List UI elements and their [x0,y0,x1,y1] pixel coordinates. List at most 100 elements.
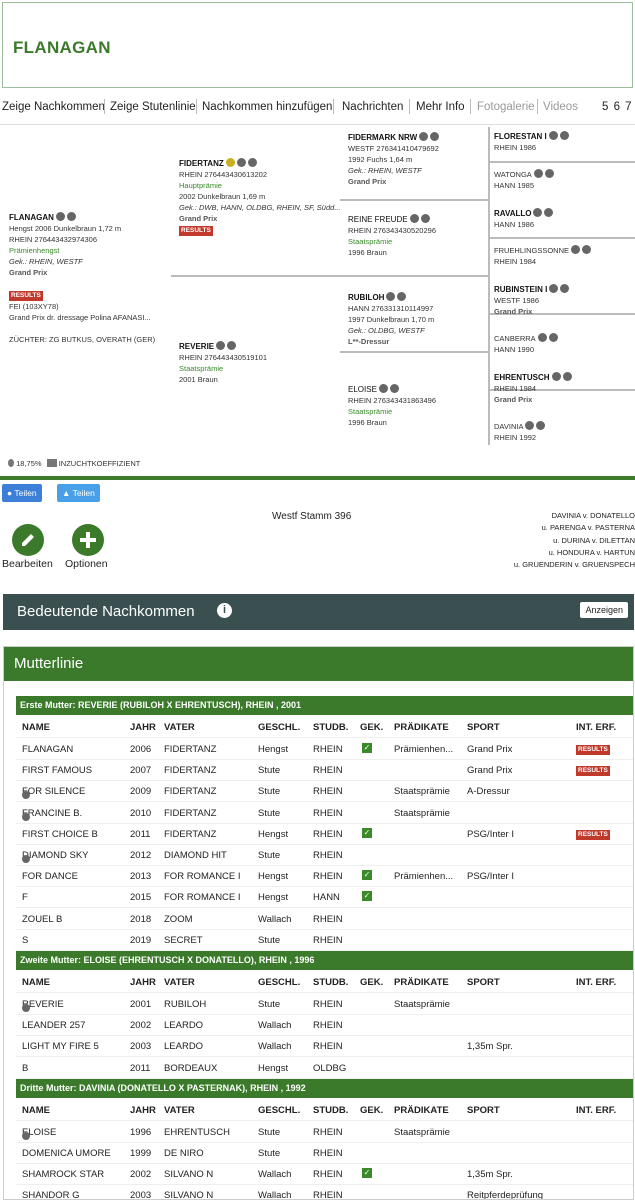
nav-mehr-info[interactable]: Mehr Info [416,101,465,113]
table-row[interactable]: FOR DANCE 2013 FOR ROMANCE I Hengst RHEIN ✓ Pr… [16,866,633,888]
edit-icon[interactable] [559,131,569,140]
table-row[interactable]: ZOUEL B 2018 ZOOM Wallach RHEIN [16,909,633,930]
horse-name[interactable]: REINE FREUDE [348,215,408,224]
column-header[interactable]: INT. ERF. [576,1105,616,1116]
twitter-share-button[interactable]: ▲ Teilen [57,484,100,502]
horse-name[interactable]: LEANDER 257 [22,1020,85,1031]
column-header[interactable]: GESCHL. [258,977,300,988]
sire-cell[interactable]: FIDERTANZ [164,744,216,755]
column-header[interactable]: INT. ERF. [576,722,616,733]
edit-button[interactable] [12,524,44,556]
column-header[interactable]: NAME [22,722,50,733]
table-row[interactable]: FOR SILENCE 2009 FIDERTANZ Stute RHEIN Staats… [16,781,633,803]
column-header[interactable]: PRÄDIKATE [394,1105,449,1116]
column-header[interactable]: JAHR [130,1105,156,1116]
mare-line-item[interactable]: u. GRUENDERIN v. GRUENSPECH [514,559,635,571]
horse-name[interactable]: FOR SILENCE [22,786,85,800]
horse-name[interactable]: CANBERRA [494,334,536,343]
horse-name[interactable]: LIGHT MY FIRE 5 [22,1041,99,1052]
sire-cell[interactable]: EHRENTUSCH [164,1127,230,1138]
horse-name[interactable]: FIDERTANZ [179,159,224,168]
edit-icon[interactable] [582,245,592,254]
nav-pagination[interactable]: 5 6 7 8 [602,101,635,113]
sire-cell[interactable]: FOR ROMANCE I [164,892,241,903]
edit-icon[interactable] [544,208,554,217]
nav-nachkommen-hinzufuegen[interactable]: Nachkommen hinzufügen [202,101,332,113]
column-header[interactable]: STUDB. [313,977,348,988]
sire-cell[interactable]: SILVANO N [164,1169,213,1180]
horse-name[interactable]: FLANAGAN [22,744,73,755]
column-header[interactable]: NAME [22,977,50,988]
horse-name[interactable]: RUBILOH [348,293,384,302]
table-row[interactable]: FIRST FAMOUS 2007 FIDERTANZ Stute RHEIN Grand… [16,760,633,782]
column-header[interactable]: GEK. [360,722,383,733]
edit-icon[interactable] [420,214,430,223]
sire-cell[interactable]: FIDERTANZ [164,765,216,776]
edit-icon[interactable] [544,169,554,178]
column-header[interactable]: VATER [164,722,195,733]
nav-zeige-stutenlinie[interactable]: Zeige Stutenlinie [110,101,196,113]
table-row[interactable]: B 2011 BORDEAUX Hengst OLDBG [16,1058,633,1079]
table-row[interactable]: S 2019 SECRET Stute RHEIN [16,930,633,951]
horse-name[interactable]: FOR DANCE [22,871,78,882]
horse-name[interactable]: S [22,935,28,946]
horse-name[interactable]: RAVALLO [494,209,531,218]
column-header[interactable]: SPORT [467,722,500,733]
table-row[interactable]: FRANCINE B. 2010 FIDERTANZ Stute RHEIN Staats… [16,803,633,824]
table-row[interactable]: DIAMOND SKY 2012 DIAMOND HIT Stute RHEIN [16,845,633,866]
mare-line-item[interactable]: u. HONDURA v. HARTUN [514,547,635,559]
edit-icon[interactable] [548,333,558,342]
horse-name[interactable]: FIRST FAMOUS [22,765,92,776]
column-header[interactable]: STUDB. [313,1105,348,1116]
horse-name[interactable]: ZOUEL B [22,914,62,925]
nav-nachrichten[interactable]: Nachrichten [342,101,403,113]
sire-cell[interactable]: LEARDO [164,1041,203,1052]
column-header[interactable]: SPORT [467,1105,500,1116]
column-header[interactable]: JAHR [130,722,156,733]
column-header[interactable]: JAHR [130,977,156,988]
horse-name[interactable]: DAVINIA [494,422,523,431]
sire-cell[interactable]: FIDERTANZ [164,786,216,797]
column-header[interactable]: VATER [164,1105,195,1116]
column-header[interactable]: STUDB. [313,722,348,733]
table-row[interactable]: REVERIE 2001 RUBILOH Stute RHEIN Staatsprämie [16,994,633,1015]
horse-name[interactable]: WATONGA [494,170,532,179]
results-badge[interactable]: RESULTS [576,829,610,840]
edit-icon[interactable] [397,292,407,301]
table-row[interactable]: FIRST CHOICE B 2011 FIDERTANZ Hengst RHEIN ✓ P… [16,824,633,845]
horse-name[interactable]: REVERIE [22,999,64,1012]
horse-name[interactable]: ELOISE [22,1127,56,1140]
horse-name[interactable]: FLORESTAN I [494,132,547,141]
results-badge[interactable]: RESULTS [576,745,610,755]
column-header[interactable]: NAME [22,1105,50,1116]
column-header[interactable]: VATER [164,977,195,988]
horse-name[interactable]: DIAMOND SKY [22,850,89,863]
sire-cell[interactable]: SILVANO N [164,1190,213,1199]
table-row[interactable]: F 2015 FOR ROMANCE I Hengst HANN ✓ [16,887,633,909]
edit-icon[interactable] [66,212,76,221]
horse-name[interactable]: FRUEHLINGSSONNE [494,246,569,255]
table-row[interactable]: SHAMROCK STAR 2002 SILVANO N Wallach RHEIN ✓ 1… [16,1164,633,1186]
facebook-share-button[interactable]: ● Teilen [2,484,42,502]
mare-line-item[interactable]: u. DURINA v. DILETTAN [514,535,635,547]
table-row[interactable]: ELOISE 1996 EHRENTUSCH Stute RHEIN Staatspräm… [16,1122,633,1143]
show-button[interactable]: Anzeigen [580,602,628,618]
horse-name[interactable]: ELOISE [348,385,377,394]
column-header[interactable]: GEK. [360,977,383,988]
edit-icon[interactable] [389,384,399,393]
table-row[interactable]: LIGHT MY FIRE 5 2003 LEARDO Wallach RHEIN 1,3… [16,1036,633,1058]
edit-icon[interactable] [560,284,570,293]
horse-name[interactable]: SHAMROCK STAR [22,1169,104,1180]
nav-fotogalerie[interactable]: Fotogalerie [477,101,535,113]
horse-name[interactable]: FRANCINE B. [22,808,82,821]
results-badge[interactable]: RESULTS [576,766,610,777]
options-button[interactable] [72,524,104,556]
mare-line-item[interactable]: DAVINIA v. DONATELLO [514,510,635,522]
sire-cell[interactable]: ZOOM [164,914,193,925]
edit-icon[interactable] [562,372,572,381]
edit-icon[interactable] [247,158,257,167]
horse-name[interactable]: F [22,892,28,903]
column-header[interactable]: PRÄDIKATE [394,722,449,733]
sire-cell[interactable]: FIDERTANZ [164,808,216,819]
sire-cell[interactable]: FOR ROMANCE I [164,871,241,882]
